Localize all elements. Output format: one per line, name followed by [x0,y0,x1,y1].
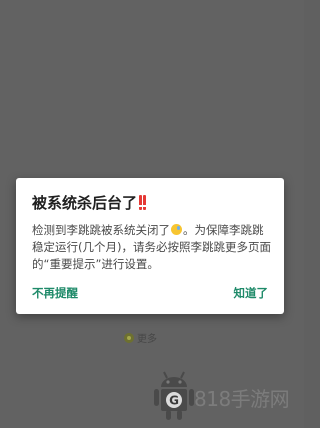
more-menu-entry: 更多 [124,330,157,345]
double-exclamation-icon [139,195,147,210]
kill-warning-dialog: 被系统杀后台了 检测到李跳跳被系统关闭了 。为保障李跳跳稳定运行(几个月)，请务必… [16,178,284,314]
site-watermark: G 818手游网 [154,370,300,422]
dialog-title: 被系统杀后台了 [32,192,147,213]
dont-remind-button[interactable]: 不再提醒 [32,285,78,301]
dialog-message-part1: 检测到李跳跳被系统关闭了 [32,223,170,237]
sweat-smile-emoji-icon [171,224,182,235]
dialog-title-text: 被系统杀后台了 [32,194,138,212]
dialog-message: 检测到李跳跳被系统关闭了 。为保障李跳跳稳定运行(几个月)，请务必按照李跳跳更多页… [32,222,272,273]
more-icon [124,332,134,343]
watermark-logo-letter: G [169,394,179,408]
got-it-button[interactable]: 知道了 [234,285,269,301]
android-robot-logo: G [154,371,194,420]
more-label: 更多 [137,334,157,345]
watermark-text: 818手游网 [194,387,290,411]
